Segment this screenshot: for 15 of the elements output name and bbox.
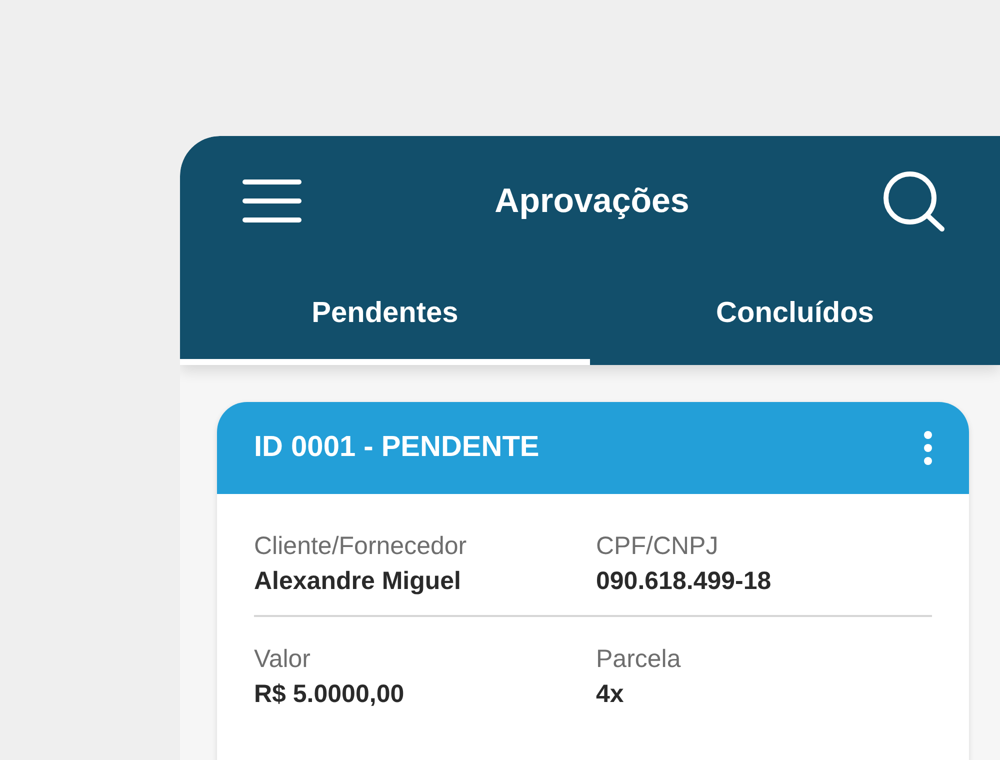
screen-title: Aprovações — [494, 180, 690, 222]
field-value: R$ 5.0000,00 — [254, 678, 406, 710]
field-label: Parcela — [596, 644, 682, 675]
field-value: Alexandre Miguel — [254, 566, 462, 597]
card-title: ID 0001 - PENDENTE — [254, 430, 540, 466]
tab[interactable]: Pendentes — [180, 266, 590, 365]
field-label: CPF/CNPJ — [596, 531, 720, 562]
field-label: Valor — [254, 644, 312, 675]
field-value: 090.618.499-18 — [596, 566, 772, 597]
field-label: Cliente/Fornecedor — [254, 531, 468, 562]
tab[interactable]: Concluídos — [590, 266, 1000, 365]
search-icon[interactable] — [882, 170, 946, 232]
field-value: 4x — [596, 678, 625, 710]
more-options-icon[interactable] — [923, 431, 933, 465]
menu-icon[interactable] — [242, 179, 302, 223]
